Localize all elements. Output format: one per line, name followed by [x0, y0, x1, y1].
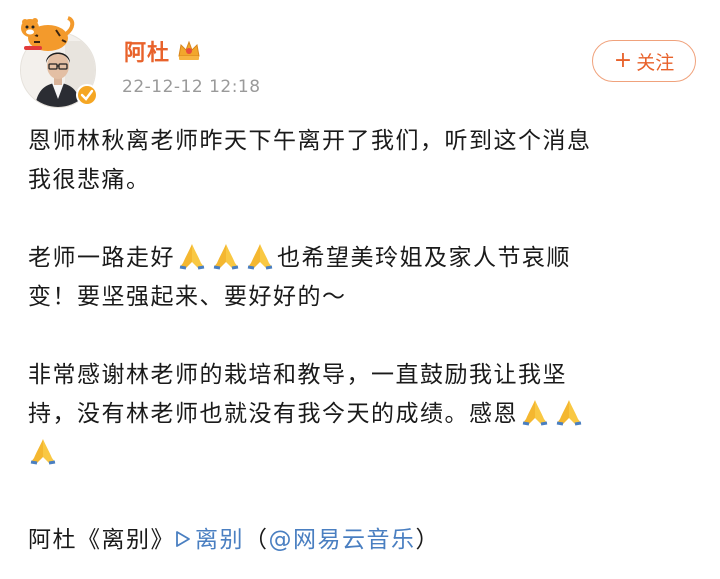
follow-button[interactable]: + 关注	[592, 40, 696, 82]
text-line: 恩师林秋离老师昨天下午离开了我们，听到这个消息	[28, 128, 592, 154]
source-paren-open: （	[244, 527, 269, 553]
music-link[interactable]: 离别	[175, 527, 244, 553]
text-line: 持，没有林老师也就没有我今天的成绩。感恩	[28, 395, 696, 434]
text-line	[28, 434, 696, 473]
praying-hands-icon	[213, 244, 239, 270]
plus-icon: +	[613, 48, 633, 73]
post-header: 阿杜 22-12-12 12:18 + 关注	[0, 0, 720, 110]
play-icon	[176, 531, 190, 547]
post-paragraph: 老师一路走好 也希望美玲姐及家人节哀顺 变！要坚强起来、要好好的～	[28, 239, 696, 317]
praying-hands-icon	[522, 400, 548, 426]
follow-label: 关注	[636, 51, 675, 74]
praying-hands-icon	[179, 244, 205, 270]
text-segment: 持，没有林老师也就没有我今天的成绩。感恩	[28, 401, 518, 427]
tiger-badge-icon	[21, 16, 75, 51]
crown-icon	[178, 40, 200, 60]
post-paragraph: 恩师林秋离老师昨天下午离开了我们，听到这个消息 我很悲痛。	[28, 122, 696, 200]
post-content: 恩师林秋离老师昨天下午离开了我们，听到这个消息 我很悲痛。 老师一路走好 也希望美…	[28, 122, 696, 512]
text-line: 我很悲痛。	[28, 167, 151, 193]
post-paragraph: 非常感谢林老师的栽培和教导，一直鼓励我让我坚 持，没有林老师也就没有我今天的成绩…	[28, 356, 696, 473]
praying-hands-icon	[556, 400, 582, 426]
mention-link[interactable]: @网易云音乐	[269, 527, 416, 553]
verified-badge-icon	[76, 84, 98, 106]
text-segment: 老师一路走好	[28, 245, 175, 271]
music-share-line: 阿杜《离别》 离别（@网易云音乐）	[28, 522, 440, 558]
text-line: 变！要坚强起来、要好好的～	[28, 284, 347, 310]
praying-hands-icon	[247, 244, 273, 270]
avatar-container[interactable]	[18, 14, 104, 108]
username[interactable]: 阿杜	[124, 35, 170, 67]
text-line: 老师一路走好 也希望美玲姐及家人节哀顺	[28, 239, 696, 278]
post-timestamp: 22-12-12 12:18	[122, 77, 261, 97]
username-row: 阿杜	[124, 36, 202, 66]
source-paren-close: ）	[415, 527, 440, 553]
text-line: 非常感谢林老师的栽培和教导，一直鼓励我让我坚	[28, 362, 567, 388]
praying-hands-icon	[30, 439, 56, 465]
music-title-text: 阿杜《离别》	[28, 527, 175, 553]
music-link-label: 离别	[195, 527, 244, 553]
text-segment: 也希望美玲姐及家人节哀顺	[277, 245, 571, 271]
